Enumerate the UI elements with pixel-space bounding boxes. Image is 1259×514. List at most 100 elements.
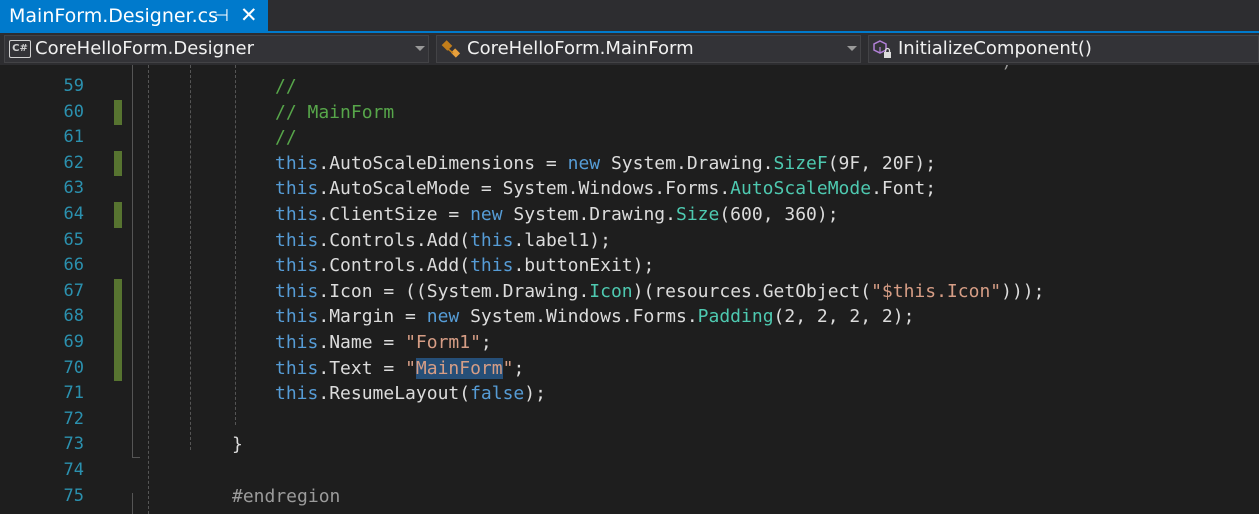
line-number: 71 <box>63 383 84 404</box>
code-line: 64 this.ClientSize = new System.Drawing.… <box>0 202 1259 228</box>
keyword: new <box>567 152 601 174</box>
string-literal: " <box>405 357 416 379</box>
string-literal: " <box>502 357 514 379</box>
code-text: this.Controls.Add(this.buttonExit); <box>275 253 654 279</box>
code-token: ))); <box>1001 280 1045 302</box>
tab-title: MainForm.Designer.cs <box>9 5 218 27</box>
code-line: 70 this.Text = "MainForm"; <box>0 355 1259 382</box>
string-literal: "$this.Icon" <box>871 280 1002 302</box>
pin-icon[interactable]: ⊣ <box>214 5 229 27</box>
private-method-icon <box>873 40 891 58</box>
code-text: this.Name = "Form1"; <box>275 330 492 356</box>
code-token: .Font; <box>871 178 937 200</box>
keyword: this <box>275 229 319 251</box>
code-token: System.Drawing. <box>502 204 676 225</box>
code-line: 59 // <box>0 74 1259 100</box>
code-token: .ResumeLayout( <box>318 383 471 405</box>
code-token: ); <box>524 383 546 405</box>
code-line: 60 // MainForm <box>0 99 1259 126</box>
chevron-down-icon[interactable] <box>847 46 857 51</box>
line-number: 64 <box>63 204 84 224</box>
document-tab[interactable]: MainForm.Designer.cs ⊣ ✕ <box>0 0 268 33</box>
code-text: // MainForm <box>275 100 394 126</box>
code-token: ; <box>513 357 525 379</box>
code-line: 68 this.Margin = new System.Windows.Form… <box>0 304 1259 330</box>
code-line: 71 this.ResumeLayout(false); <box>0 381 1259 407</box>
code-token: .label1); <box>513 229 611 251</box>
keyword: new <box>426 306 460 328</box>
line-number: 61 <box>63 127 84 148</box>
code-line: 74 <box>0 458 1259 484</box>
line-number: 65 <box>63 229 84 250</box>
line-number: 66 <box>63 255 84 276</box>
navigation-bar: C# CoreHelloForm.Designer CoreHelloForm.… <box>0 33 1259 65</box>
type-name: SizeF <box>773 152 828 174</box>
preprocessor-directive: #endregion <box>232 485 341 507</box>
line-number: 63 <box>63 178 84 199</box>
string-literal: "Form1" <box>405 332 481 353</box>
code-token: )(resources.GetObject( <box>632 280 872 302</box>
code-line: 67 this.Icon = ((System.Drawing.Icon)(re… <box>0 278 1259 305</box>
type-name: AutoScaleMode <box>730 178 872 200</box>
code-editor[interactable]: ) 59 // 60 // MainForm 61 // 62 this.Aut… <box>0 65 1259 514</box>
change-marker <box>114 304 122 330</box>
member-dropdown[interactable]: InitializeComponent() <box>868 35 1259 63</box>
code-line: 61 // <box>0 125 1259 151</box>
keyword: this <box>275 178 319 200</box>
code-token: (600, 360); <box>719 204 839 225</box>
type-name: Padding <box>697 306 774 328</box>
comment: // MainForm <box>275 101 395 123</box>
keyword: new <box>470 204 503 225</box>
member-dropdown-label: InitializeComponent() <box>898 38 1092 59</box>
code-token: System.Windows.Forms. <box>459 306 698 328</box>
code-text: this.ResumeLayout(false); <box>275 381 546 407</box>
line-number: 70 <box>63 357 84 378</box>
code-line: 62 this.AutoScaleDimensions = new System… <box>0 150 1259 177</box>
line-number: 75 <box>63 485 84 506</box>
code-text: // <box>275 125 297 151</box>
comment: // <box>275 76 297 97</box>
code-token: .Name = <box>318 332 406 353</box>
document-tab-bar: MainForm.Designer.cs ⊣ ✕ <box>0 0 1259 33</box>
code-text: this.ClientSize = new System.Drawing.Siz… <box>275 202 839 228</box>
change-marker <box>114 150 122 177</box>
project-dropdown[interactable]: C# CoreHelloForm.Designer <box>4 35 429 63</box>
code-token: System.Drawing. <box>600 152 774 174</box>
change-marker <box>114 355 122 382</box>
code-token: .AutoScaleMode = System.Windows.Forms. <box>318 178 731 200</box>
code-text: this.AutoScaleMode = System.Windows.Form… <box>275 176 936 202</box>
code-token: (9F, 20F); <box>827 152 937 174</box>
code-token: ; <box>480 332 492 353</box>
close-icon[interactable]: ✕ <box>240 3 258 27</box>
code-token: .AutoScaleDimensions = <box>318 152 568 174</box>
change-marker <box>114 278 122 305</box>
keyword: this <box>275 383 319 405</box>
line-number: 60 <box>63 101 84 122</box>
code-line: 63 this.AutoScaleMode = System.Windows.F… <box>0 176 1259 202</box>
code-line: 69 this.Name = "Form1"; <box>0 330 1259 356</box>
line-number: 68 <box>63 306 84 327</box>
type-name: Icon <box>589 280 633 302</box>
keyword: this <box>470 229 514 251</box>
code-text: this.Text = "MainForm"; <box>275 356 524 382</box>
code-line: 73 } <box>0 432 1259 458</box>
change-marker <box>114 202 122 228</box>
chevron-down-icon[interactable] <box>415 46 425 51</box>
comment: // <box>275 127 297 149</box>
keyword: this <box>275 280 319 302</box>
type-name: Size <box>675 204 720 225</box>
class-dropdown[interactable]: CoreHelloForm.MainForm <box>436 35 861 63</box>
class-icon <box>441 40 461 58</box>
code-token: .Controls.Add( <box>318 255 471 277</box>
code-text: this.Controls.Add(this.label1); <box>275 228 611 254</box>
project-dropdown-label: CoreHelloForm.Designer <box>35 38 254 59</box>
line-number: 74 <box>63 460 84 480</box>
code-text: } <box>232 432 243 458</box>
code-token: .Icon = ((System.Drawing. <box>318 280 590 302</box>
code-token: (2, 2, 2, 2); <box>773 306 915 328</box>
code-token: .Controls.Add( <box>318 229 471 251</box>
text-selection[interactable]: MainForm <box>415 357 503 379</box>
line-number: 62 <box>63 152 84 173</box>
code-token: } <box>232 434 243 456</box>
code-line: 72 <box>0 407 1259 433</box>
